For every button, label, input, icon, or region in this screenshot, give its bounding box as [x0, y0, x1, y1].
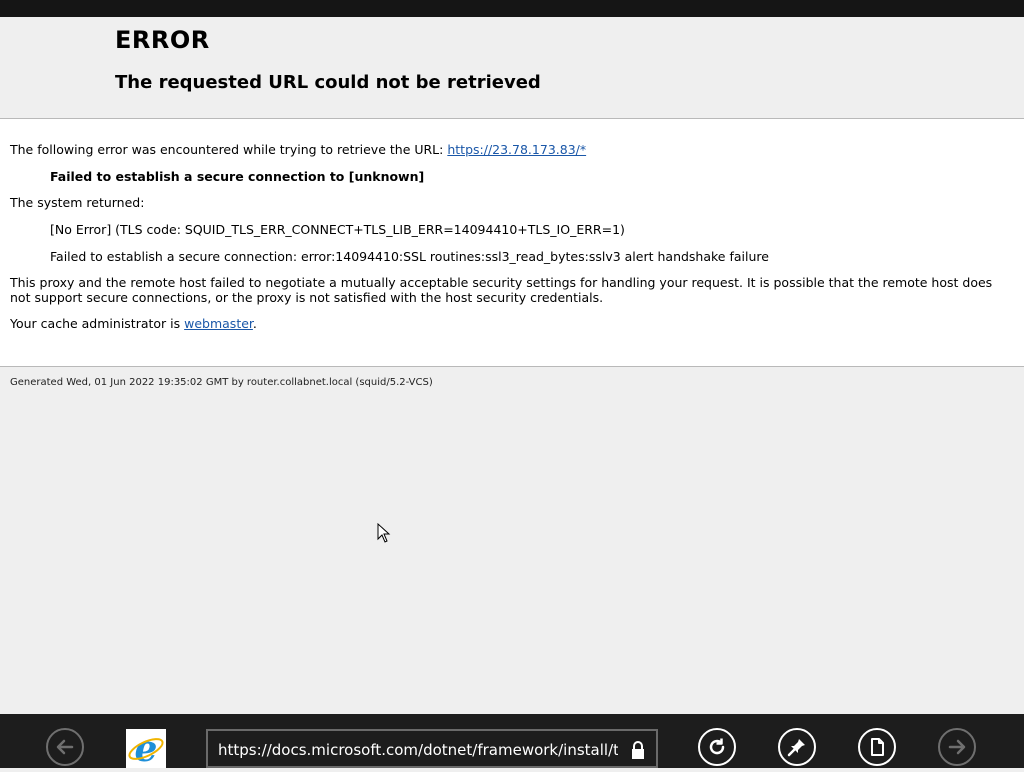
intro-text: The following error was encountered whil…	[10, 142, 448, 157]
arrow-left-icon	[56, 739, 74, 755]
arrow-right-icon	[948, 739, 966, 755]
generated-footer: Generated Wed, 01 Jun 2022 19:35:02 GMT …	[10, 377, 433, 388]
requested-url-link[interactable]: https://23.78.173.83/*	[447, 142, 586, 157]
page-icon	[871, 738, 884, 756]
error-subtitle: The requested URL could not be retrieved	[115, 72, 541, 93]
forward-button[interactable]	[938, 728, 976, 766]
back-button[interactable]	[46, 728, 84, 766]
error-title: ERROR	[115, 26, 210, 54]
page-tools-button[interactable]	[858, 728, 896, 766]
lock-icon[interactable]	[630, 741, 646, 759]
address-url[interactable]: https://docs.microsoft.com/dotnet/framew…	[218, 741, 618, 759]
pin-icon	[787, 739, 805, 757]
tls-code-line: [No Error] (TLS code: SQUID_TLS_ERR_CONN…	[50, 222, 625, 237]
error-content: The following error was encountered whil…	[0, 119, 1024, 367]
top-system-bar	[0, 0, 1024, 17]
address-bar[interactable]: https://docs.microsoft.com/dotnet/framew…	[206, 729, 658, 768]
refresh-icon	[709, 738, 725, 755]
admin-suffix: .	[252, 316, 257, 331]
internet-explorer-logo[interactable]: e	[126, 728, 166, 770]
failure-heading: Failed to establish a secure connection …	[50, 169, 425, 184]
admin-text: Your cache administrator is	[10, 316, 185, 331]
intro-paragraph: The following error was encountered whil…	[10, 142, 586, 157]
pin-site-button[interactable]	[778, 728, 816, 766]
explanation-paragraph: This proxy and the remote host failed to…	[10, 275, 993, 305]
error-header: ERROR The requested URL could not be ret…	[0, 17, 1024, 119]
mouse-pointer-icon	[377, 523, 391, 543]
ie-logo-icon: e	[128, 728, 164, 770]
svg-text:e: e	[135, 729, 158, 768]
ssl-error-line: Failed to establish a secure connection:…	[50, 249, 769, 264]
system-returned-label: The system returned:	[10, 195, 145, 210]
refresh-button[interactable]	[698, 728, 736, 766]
webmaster-link[interactable]: webmaster	[184, 316, 253, 331]
admin-paragraph: Your cache administrator is webmaster.	[10, 316, 257, 331]
